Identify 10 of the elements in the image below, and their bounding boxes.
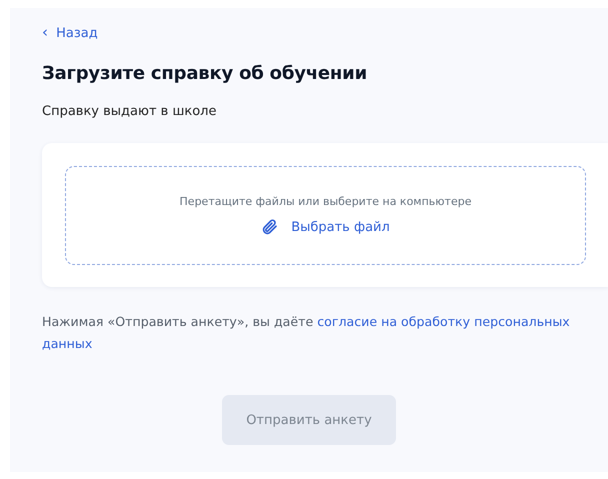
drop-zone[interactable]: Перетащите файлы или выберите на компьютере Выбрать файл	[65, 166, 586, 265]
consent-link[interactable]: данных	[42, 336, 92, 351]
drop-hint: Перетащите файлы или выберите на компьютере	[180, 195, 472, 208]
paperclip-icon	[261, 218, 280, 236]
choose-file-button[interactable]: Выбрать файл	[261, 218, 390, 236]
back-link[interactable]: ‹ Назад	[42, 23, 98, 41]
consent-link[interactable]: согласие на обработку персональных	[317, 314, 570, 329]
page-title: Загрузите справку об обучении	[42, 63, 368, 84]
consent-text: Нажимая «Отправить анкету», вы даёте согласие на обработку персональных данных	[42, 313, 571, 353]
subtitle: Справку выдают в школе	[42, 104, 218, 119]
